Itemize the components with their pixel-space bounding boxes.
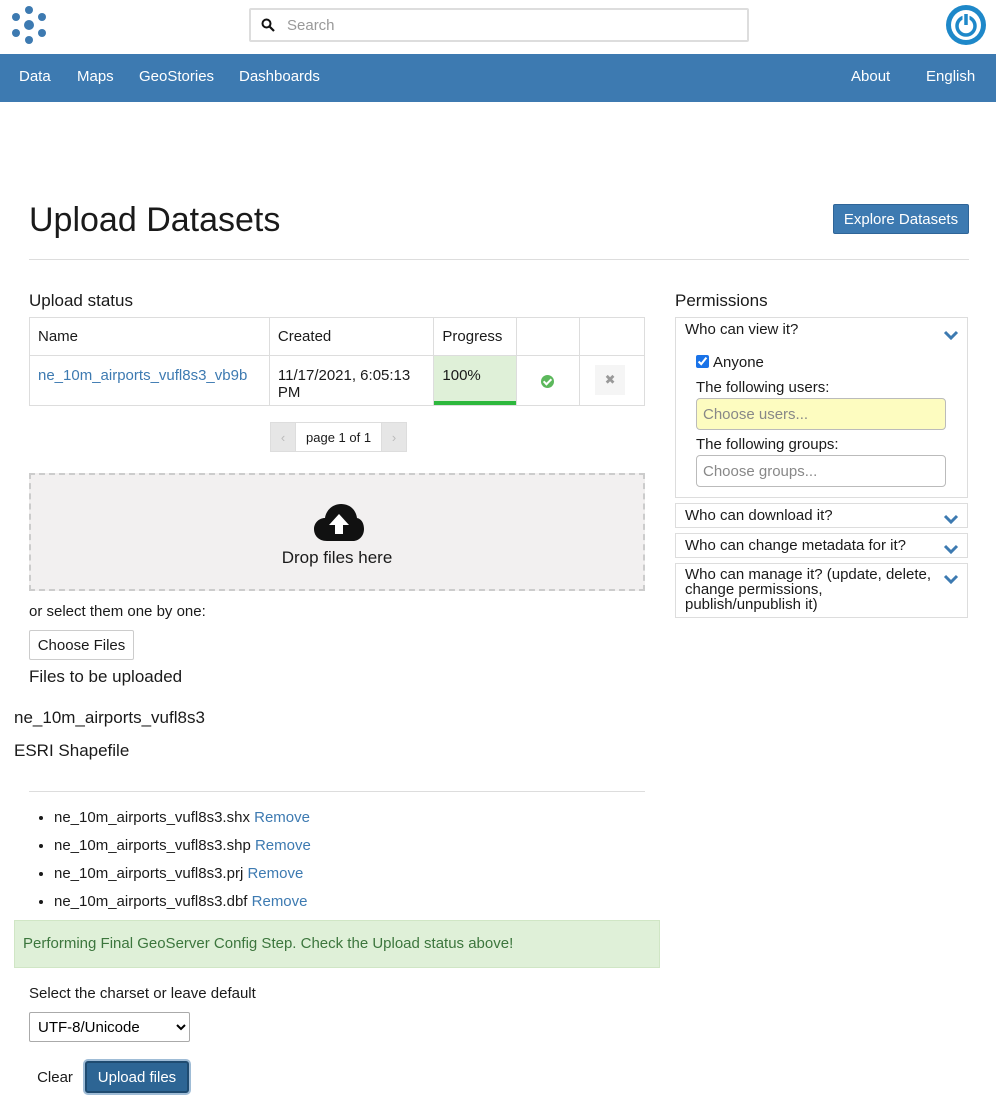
charset-select[interactable]: UTF-8/Unicode: [29, 1012, 190, 1042]
main-nav: Data Maps GeoStories Dashboards About En…: [0, 54, 996, 102]
dropzone-text: Drop files here: [281, 548, 393, 567]
nav-maps[interactable]: Maps: [77, 68, 114, 85]
progress-text: 100%: [442, 367, 481, 384]
perm-manage-line: change permissions,: [685, 581, 823, 598]
page-label: page 1 of 1: [296, 422, 382, 452]
or-select-text: or select them one by one:: [29, 603, 206, 620]
perm-panel-download[interactable]: Who can download it?: [675, 503, 968, 528]
column-name: Name: [29, 317, 270, 356]
chevron-down-icon[interactable]: [943, 514, 959, 524]
perm-manage-line: Who can manage it? (update, delete,: [685, 566, 931, 583]
perm-manage-title[interactable]: Who can manage it? (update, delete, chan…: [685, 567, 931, 612]
row-action-cell: ✖: [579, 355, 645, 406]
explore-datasets-button[interactable]: Explore Datasets: [833, 204, 969, 234]
file-name: ne_10m_airports_vufl8s3.shx: [54, 809, 250, 826]
nav-dashboards[interactable]: Dashboards: [239, 68, 320, 85]
file-list: ne_10m_airports_vufl8s3.shx Remove ne_10…: [54, 808, 311, 920]
cloud-upload-icon: [314, 504, 364, 541]
chevron-down-icon[interactable]: [943, 544, 959, 554]
upload-files-button[interactable]: Upload files: [85, 1061, 189, 1093]
file-dropzone[interactable]: Drop files here: [29, 473, 645, 591]
column-created: Created: [268, 317, 435, 356]
remove-file-link[interactable]: Remove: [255, 837, 311, 854]
users-label: The following users:: [696, 379, 830, 396]
row-status-cell: [516, 355, 581, 406]
table-header-row: Name Created Progress: [29, 317, 645, 356]
nav-about[interactable]: About: [851, 68, 890, 85]
nav-data[interactable]: Data: [19, 68, 51, 85]
perm-manage-line: publish/unpublish it): [685, 596, 818, 613]
geonode-logo-icon[interactable]: [8, 4, 50, 46]
chevron-down-icon[interactable]: [943, 574, 959, 584]
column-status: [516, 317, 581, 356]
list-item: ne_10m_airports_vufl8s3.prj Remove: [54, 864, 311, 892]
remove-file-link[interactable]: Remove: [254, 809, 310, 826]
status-alert: Performing Final GeoServer Config Step. …: [14, 920, 660, 968]
close-icon[interactable]: ✖: [595, 365, 626, 395]
pagination: ‹ page 1 of 1 ›: [270, 422, 408, 452]
row-progress-cell: 100%: [433, 355, 518, 406]
check-circle-icon: [541, 375, 555, 388]
row-created-cell: 11/17/2021, 6:05:13 PM: [268, 355, 435, 406]
search-input[interactable]: [287, 14, 737, 36]
perm-panel-manage[interactable]: Who can manage it? (update, delete, chan…: [675, 563, 968, 618]
page-title: Upload Datasets: [29, 201, 281, 239]
next-page-button[interactable]: ›: [381, 422, 408, 452]
file-name: ne_10m_airports_vufl8s3.shp: [54, 837, 251, 854]
column-actions: [579, 317, 645, 356]
power-icon[interactable]: [946, 5, 986, 45]
list-item: ne_10m_airports_vufl8s3.shx Remove: [54, 808, 311, 836]
anyone-checkbox-label[interactable]: Anyone: [696, 354, 764, 371]
prev-page-button[interactable]: ‹: [270, 422, 296, 452]
anyone-label: Anyone: [713, 354, 764, 371]
file-name: ne_10m_airports_vufl8s3.dbf: [54, 893, 248, 910]
chevron-down-icon[interactable]: [943, 330, 959, 340]
perm-view-title[interactable]: Who can view it?: [685, 321, 798, 338]
top-header: [0, 0, 996, 54]
progress-bar: [434, 401, 517, 405]
users-input[interactable]: [696, 398, 946, 430]
dataset-name: ne_10m_airports_vufl8s3: [14, 708, 205, 727]
choose-files-button[interactable]: Choose Files: [29, 630, 134, 660]
row-name-cell: ne_10m_airports_vufl8s3_vb9b: [29, 355, 270, 406]
remove-file-link[interactable]: Remove: [252, 893, 308, 910]
groups-label: The following groups:: [696, 436, 839, 453]
upload-status-table: Name Created Progress ne_10m_airports_vu…: [29, 317, 645, 406]
groups-input[interactable]: [696, 455, 946, 487]
dataset-link[interactable]: ne_10m_airports_vufl8s3_vb9b: [38, 367, 247, 384]
nav-language[interactable]: English: [926, 68, 975, 85]
table-row: ne_10m_airports_vufl8s3_vb9b 11/17/2021,…: [29, 355, 645, 406]
nav-geostories[interactable]: GeoStories: [139, 68, 214, 85]
divider: [29, 791, 645, 792]
dataset-type: ESRI Shapefile: [14, 741, 130, 760]
anyone-checkbox[interactable]: [696, 355, 709, 368]
search-box[interactable]: [249, 8, 749, 42]
remove-file-link[interactable]: Remove: [247, 865, 303, 882]
list-item: ne_10m_airports_vufl8s3.dbf Remove: [54, 892, 311, 920]
charset-label: Select the charset or leave default: [29, 985, 256, 1002]
list-item: ne_10m_airports_vufl8s3.shp Remove: [54, 836, 311, 864]
perm-download-title[interactable]: Who can download it?: [685, 507, 833, 524]
perm-panel-metadata[interactable]: Who can change metadata for it?: [675, 533, 968, 558]
upload-status-heading: Upload status: [29, 291, 133, 310]
permissions-heading: Permissions: [675, 291, 768, 310]
divider: [29, 259, 969, 260]
perm-metadata-title[interactable]: Who can change metadata for it?: [685, 537, 906, 554]
file-name: ne_10m_airports_vufl8s3.prj: [54, 865, 244, 882]
column-progress: Progress: [433, 317, 518, 356]
search-icon: [261, 18, 275, 32]
clear-button[interactable]: Clear: [31, 1062, 79, 1092]
files-to-upload-heading: Files to be uploaded: [29, 667, 183, 686]
